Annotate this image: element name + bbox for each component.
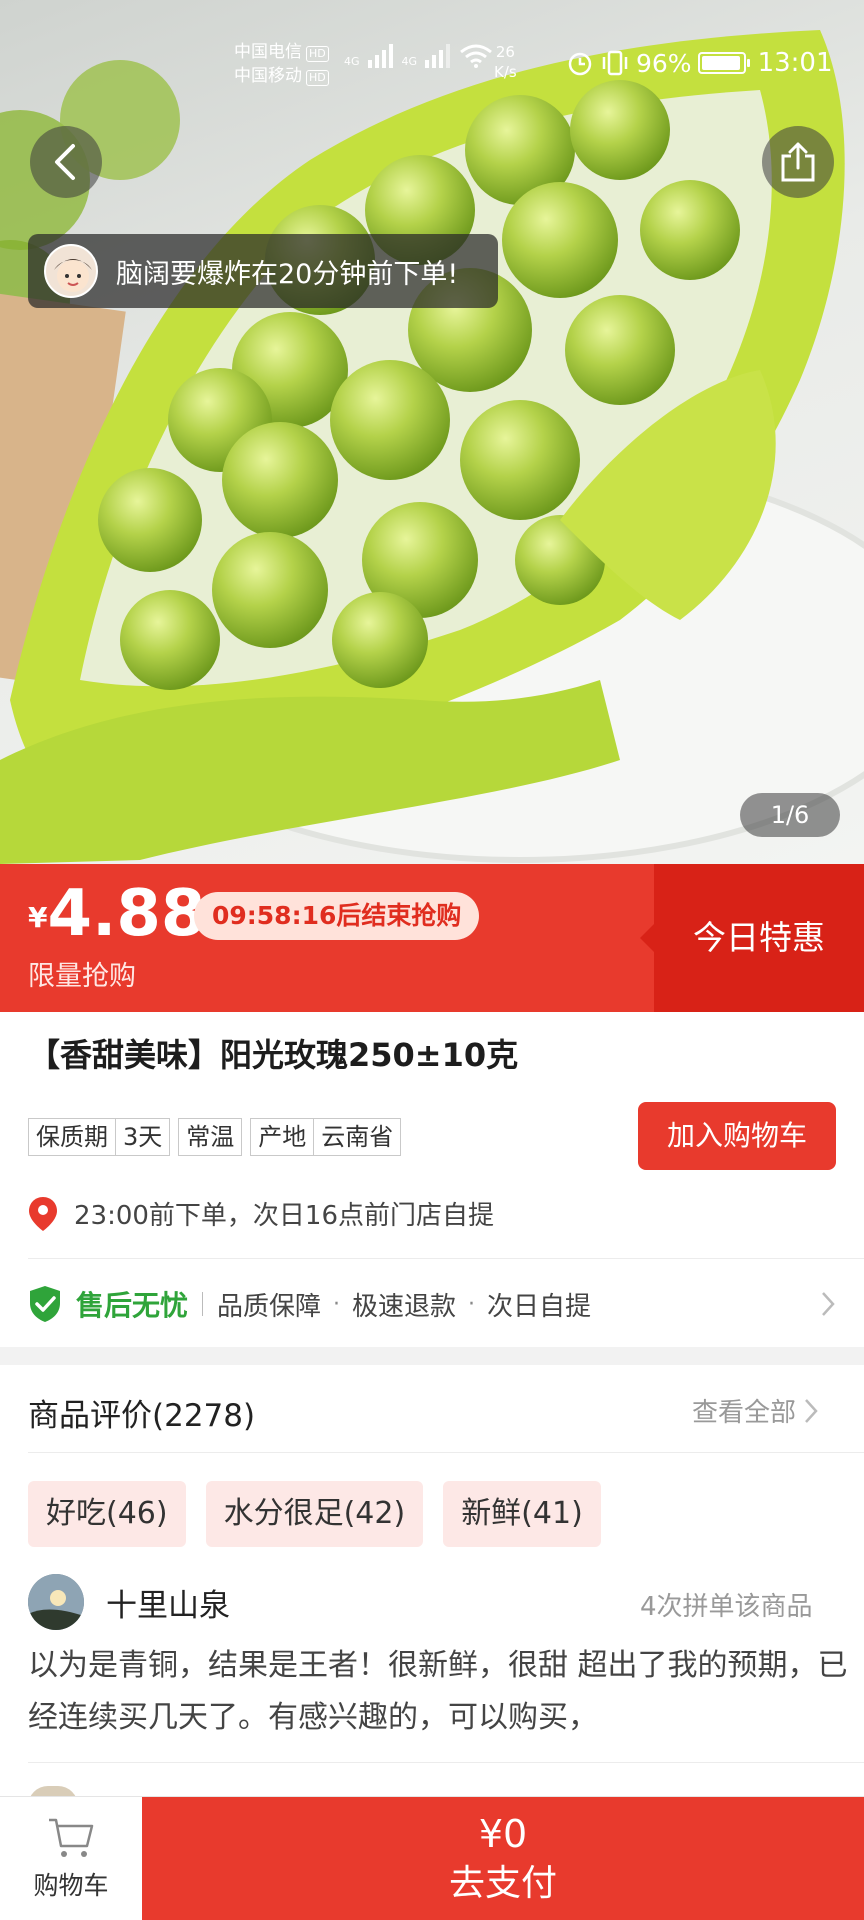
pickup-info: 23:00前下单，次日16点前门店自提 <box>28 1195 494 1232</box>
sale-price: 4.88 <box>47 877 206 951</box>
section-separator <box>0 1347 864 1365</box>
add-to-cart-button[interactable]: 加入购物车 <box>638 1102 836 1170</box>
clock: 13:01 <box>757 48 833 78</box>
hd-badge-1: HD <box>306 46 329 62</box>
service-item-quality: 品质保障 <box>217 1291 322 1322</box>
network-type-1: 4G <box>344 55 360 68</box>
reviewer-name: 十里山泉 <box>106 1587 230 1624</box>
tag-value: 3天 <box>115 1119 169 1155</box>
carrier-2: 中国移动 <box>234 66 302 86</box>
tag-key: 产地 <box>258 1123 307 1151</box>
bottom-action-bar: 购物车 ¥0 去支付 <box>0 1796 864 1920</box>
shelf-life-tag: 保质期 3天 <box>28 1118 171 1156</box>
battery-percent: 96% <box>636 48 692 78</box>
flash-sale-band: ¥4.88 09:58:16后结束抢购 限量抢购 今日特惠 <box>0 864 864 1012</box>
chevron-left-icon <box>55 144 75 180</box>
price-display: ¥4.88 <box>28 878 205 950</box>
alarm-icon <box>568 52 592 76</box>
product-image-carousel[interactable]: 中国电信 HD 中国移动 HD 4G 4G 26 K/s 96% 13:01 脑… <box>0 0 864 864</box>
divider <box>28 1258 864 1259</box>
shield-check-icon <box>30 1286 60 1322</box>
today-special-label: 今日特惠 <box>640 864 864 1012</box>
checkout-button[interactable]: ¥0 去支付 <box>142 1797 864 1920</box>
battery-level <box>701 56 740 70</box>
origin-tag: 产地 云南省 <box>250 1118 402 1156</box>
product-attribute-tags: 保质期 3天 常温 产地 云南省 <box>28 1118 402 1156</box>
status-bar: 中国电信 HD 中国移动 HD 4G 4G 26 K/s 96% 13:01 <box>0 0 864 120</box>
checkout-amount: ¥0 <box>478 1812 528 1856</box>
share-button[interactable] <box>762 126 834 198</box>
buyer-avatar <box>44 244 98 298</box>
recent-order-toast: 脑阔要爆炸在20分钟前下单! <box>28 234 498 308</box>
signal-icon-1 <box>367 44 393 68</box>
avatar-image <box>28 1574 84 1630</box>
chevron-right-icon <box>822 1292 835 1316</box>
storage-tag: 常温 <box>178 1118 243 1156</box>
limited-sale-label: 限量抢购 <box>28 961 136 992</box>
cart-tab-label: 购物车 <box>33 1871 109 1900</box>
reviews-title: 商品评价(2278) <box>28 1398 256 1434</box>
cart-tab[interactable]: 购物车 <box>0 1797 142 1920</box>
back-button[interactable] <box>30 126 102 198</box>
review-keyword-tags: 好吃(46) 水分很足(42) 新鲜(41) <box>28 1481 601 1547</box>
image-page-counter: 1/6 <box>740 793 840 837</box>
service-dot: · <box>333 1291 341 1317</box>
chevron-right-icon <box>805 1398 818 1423</box>
currency-symbol: ¥ <box>28 901 48 934</box>
service-item-refund: 极速退款 <box>352 1291 457 1322</box>
avatar <box>28 1574 84 1630</box>
carrier-1: 中国电信 <box>234 42 302 62</box>
product-photo-grapes <box>0 30 864 864</box>
vibrate-icon <box>602 50 628 76</box>
net-speed-unit: K/s <box>494 63 517 81</box>
battery-icon <box>697 52 750 74</box>
tag-value: 云南省 <box>313 1119 400 1155</box>
review-tag-juicy[interactable]: 水分很足(42) <box>205 1481 424 1547</box>
net-speed: 26 K/s <box>494 42 517 82</box>
service-item-pickup: 次日自提 <box>487 1291 592 1322</box>
wifi-icon <box>460 44 492 68</box>
net-speed-value: 26 <box>495 43 515 61</box>
location-pin-icon <box>29 1196 57 1231</box>
checkout-label: 去支付 <box>448 1863 557 1904</box>
review-text: 以为是青铜，结果是王者！很新鲜，很甜 超出了我的预期，已经连续买几天了。有感兴趣… <box>28 1648 848 1735</box>
view-all-reviews-link[interactable]: 查看全部 <box>692 1392 818 1429</box>
recent-order-text: 脑阔要爆炸在20分钟前下单! <box>116 258 459 290</box>
signal-icon-2 <box>425 44 451 68</box>
after-sales-service-row[interactable]: 售后无忧 品质保障 · 极速退款 · 次日自提 <box>28 1280 836 1328</box>
group-purchase-count: 4次拼单该商品 <box>640 1592 813 1622</box>
divider <box>28 1762 864 1763</box>
buyer-avatar-image <box>54 259 92 292</box>
service-title: 售后无忧 <box>76 1289 189 1322</box>
tag-key: 保质期 <box>36 1123 108 1151</box>
divider <box>28 1452 864 1453</box>
carrier-info: 中国电信 HD 中国移动 HD <box>234 40 329 88</box>
review-tag-fresh[interactable]: 新鲜(41) <box>443 1481 601 1547</box>
share-icon <box>781 142 815 182</box>
reviewer-info: 十里山泉 <box>28 1574 230 1630</box>
signal-indicators: 4G 4G <box>344 44 493 68</box>
service-dot: · <box>468 1291 476 1317</box>
service-divider <box>202 1292 204 1316</box>
tag-value: 常温 <box>186 1123 235 1151</box>
network-type-2: 4G <box>401 55 418 68</box>
shopping-cart-icon <box>49 1818 94 1857</box>
review-tag-tasty[interactable]: 好吃(46) <box>28 1481 186 1547</box>
sale-countdown: 09:58:16后结束抢购 <box>194 892 480 940</box>
pickup-text: 23:00前下单，次日16点前门店自提 <box>74 1201 495 1231</box>
system-status: 96% 13:01 <box>566 48 833 78</box>
product-title: 【香甜美味】阳光玫瑰250±10克 <box>28 1036 519 1074</box>
view-all-label: 查看全部 <box>692 1398 797 1428</box>
hd-badge-2: HD <box>306 70 329 86</box>
